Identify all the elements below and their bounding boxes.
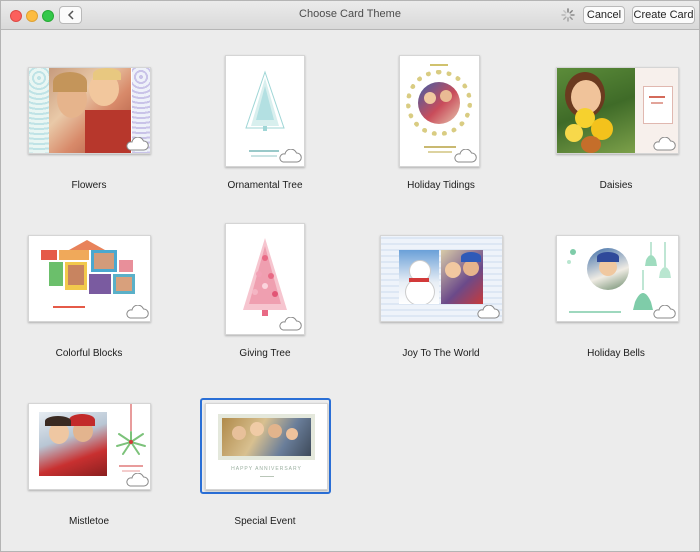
cancel-button[interactable]: Cancel: [583, 6, 625, 24]
cloud-icon: [653, 137, 676, 151]
card-theme-window: Choose Card Theme Cancel Create Card Flo…: [0, 0, 700, 552]
cloud-icon: [279, 149, 302, 163]
theme-label: Holiday Bells: [587, 348, 645, 359]
wreath-photo: [418, 82, 460, 124]
create-card-button[interactable]: Create Card: [632, 6, 695, 24]
cloud-icon: [477, 305, 500, 319]
cloud-icon: [126, 305, 149, 319]
titlebar: Choose Card Theme Cancel Create Card: [1, 1, 699, 30]
theme-label: Mistletoe: [68, 516, 109, 527]
theme-label: Ornamental Tree: [227, 180, 303, 191]
anniversary-text: HAPPY ANNIVERSARY: [231, 466, 302, 472]
theme-grid: Flowers Ornamental Tree Holiday Tidings …: [1, 30, 699, 551]
cloud-icon: [126, 137, 149, 151]
cloud-icon: [279, 317, 302, 331]
theme-label: Special Event: [234, 516, 296, 527]
roof-block: [69, 240, 105, 250]
theme-label: Flowers: [71, 180, 107, 191]
cloud-icon: [454, 149, 477, 163]
cloud-icon: [126, 473, 149, 487]
floral-border-left: [29, 68, 49, 153]
snowman-photo: [399, 250, 439, 304]
daisies-photo: [557, 68, 635, 153]
cloud-icon: [653, 305, 676, 319]
spinner-icon: [561, 8, 575, 22]
theme-card-special-event[interactable]: HAPPY ANNIVERSARY: [205, 403, 328, 490]
giving-tree-icon: [243, 238, 287, 316]
theme-label: Daisies: [599, 180, 633, 191]
kids-photo: [441, 250, 483, 304]
couple-photo: [39, 412, 107, 476]
family-photo: [49, 68, 131, 153]
theme-label: Colorful Blocks: [55, 348, 123, 359]
theme-label: Giving Tree: [239, 348, 291, 359]
mistletoe-icon: [116, 404, 146, 472]
ornamental-tree-icon: [245, 70, 285, 131]
theme-label: Holiday Tidings: [407, 180, 475, 191]
anniversary-photo: [222, 418, 311, 456]
theme-label: Joy To The World: [402, 348, 480, 359]
